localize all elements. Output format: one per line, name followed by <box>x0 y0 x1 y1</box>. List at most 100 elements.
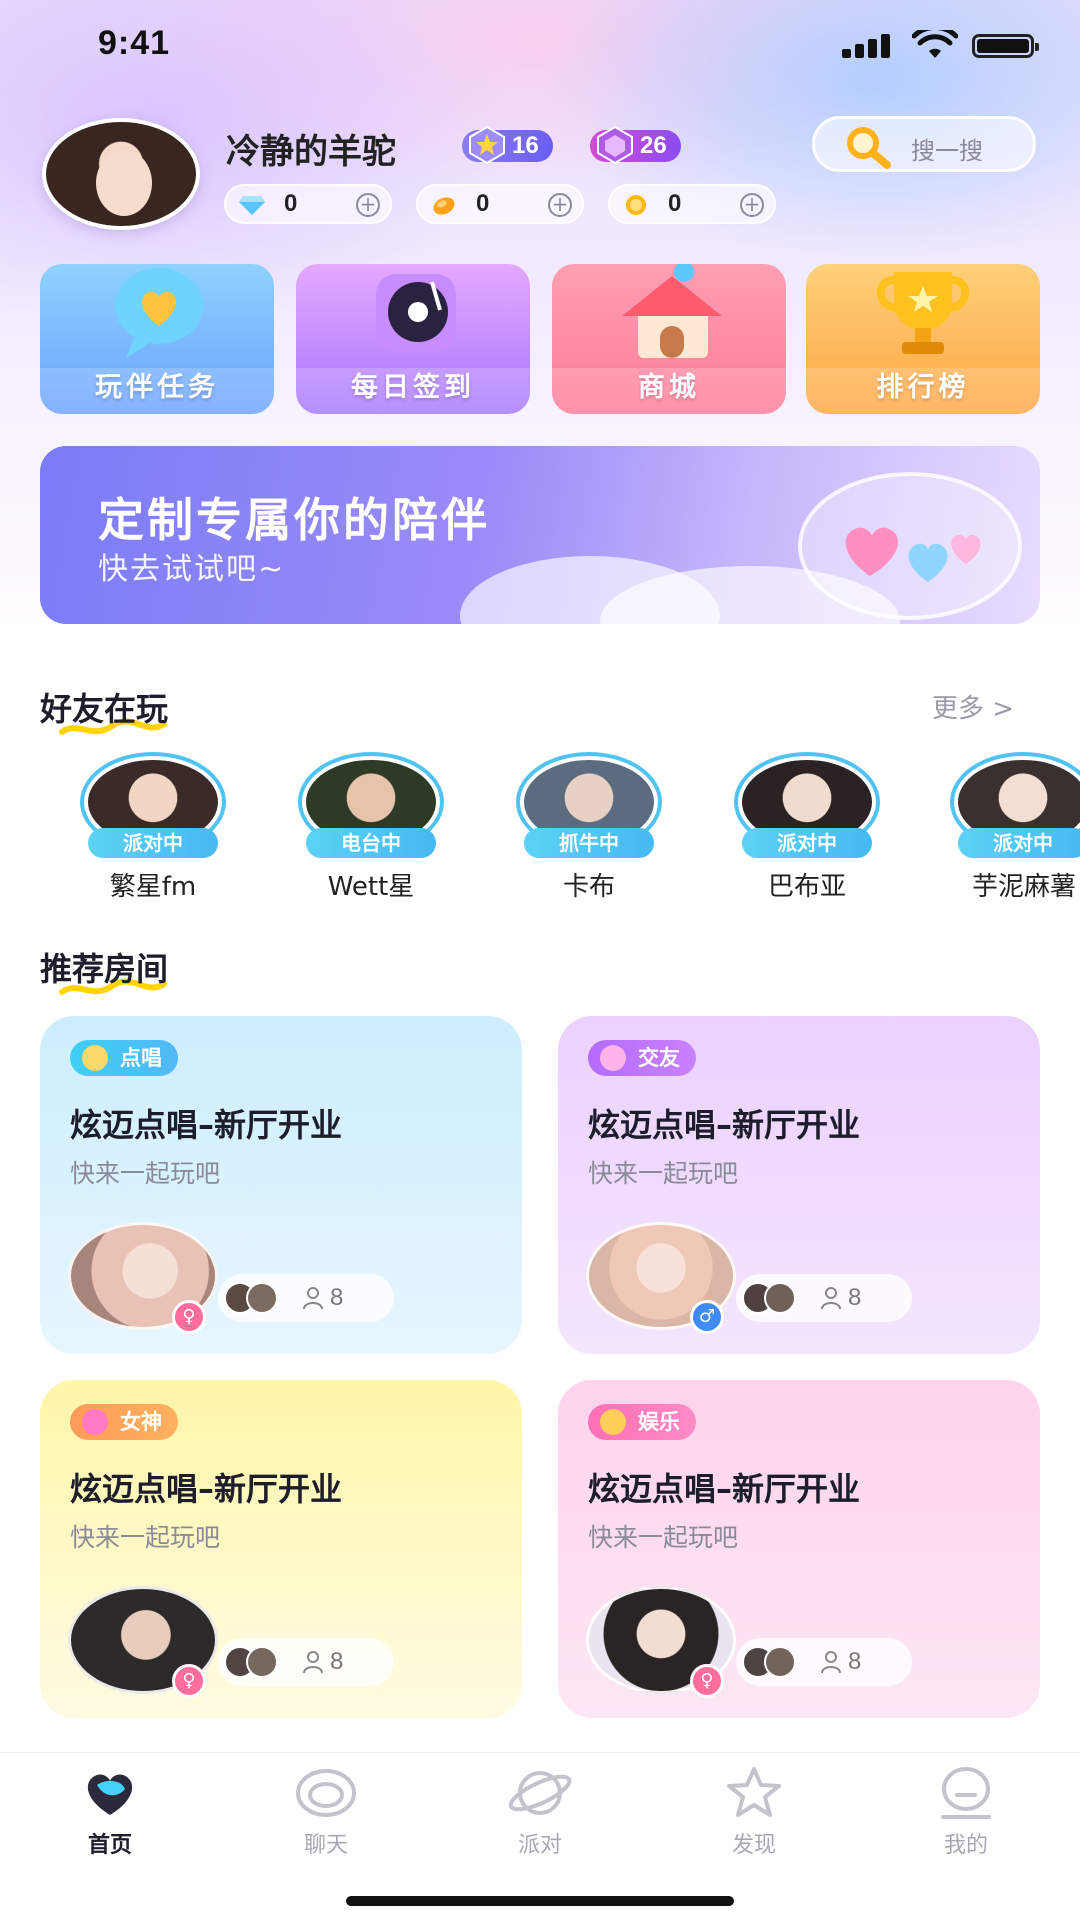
room-subtitle: 快来一起玩吧 <box>588 1523 739 1552</box>
room-title: 炫迈点唱–新厅开业 <box>588 1106 861 1144</box>
friend-clip: 派对中 芋泥麻薯 <box>930 740 1080 920</box>
status-time: 9:41 <box>98 24 171 62</box>
room-tag: 女神 <box>70 1404 178 1440</box>
level-badge-gem: 26 <box>590 125 681 165</box>
party-icon <box>600 1045 626 1071</box>
audience-pill: 8 <box>218 1274 394 1322</box>
person-icon <box>303 1651 323 1674</box>
friend-item[interactable]: 电台中 Wett星 <box>296 752 446 902</box>
friend-status: 派对中 <box>88 828 218 858</box>
home-indicator <box>346 1896 734 1906</box>
wifi-icon <box>912 30 958 58</box>
flower-icon <box>82 1409 108 1435</box>
room-card[interactable]: 点唱 炫迈点唱–新厅开业 快来一起玩吧 ♀ 8 <box>40 1016 522 1354</box>
level-badge-star: 16 <box>462 125 553 165</box>
audience-pill: 8 <box>736 1274 912 1322</box>
male-icon: ♂ <box>690 1300 724 1334</box>
female-icon: ♀ <box>690 1664 724 1698</box>
battery-icon <box>972 34 1039 58</box>
friend-item[interactable]: 派对中 芋泥麻薯 <box>948 752 1080 902</box>
wallet-value: 0 <box>476 190 490 217</box>
coin-icon <box>626 195 646 215</box>
section-title-friends: 好友在玩 <box>40 684 169 735</box>
female-icon: ♀ <box>172 1664 206 1698</box>
tile-daily-checkin[interactable]: 每日签到 <box>296 264 530 414</box>
wallet-diamond[interactable]: 0 + <box>224 184 392 224</box>
bean-icon <box>433 197 455 215</box>
friend-item[interactable]: 派对中 巴布亚 <box>732 752 882 902</box>
friend-name: 芋泥麻薯 <box>972 872 1077 902</box>
tile-companion-tasks[interactable]: 玩伴任务 <box>40 264 274 414</box>
room-count: 8 <box>330 1648 344 1675</box>
planet-icon <box>508 1771 572 1815</box>
microphone-icon <box>82 1045 108 1071</box>
add-icon[interactable]: + <box>740 193 764 217</box>
audience-avatar <box>764 1646 796 1678</box>
room-title: 炫迈点唱–新厅开业 <box>70 1106 343 1144</box>
promo-banner[interactable]: 定制专属你的陪伴 快去试试吧~ <box>40 446 1040 624</box>
tab-label: 派对 <box>517 1833 562 1858</box>
house-icon <box>622 264 722 358</box>
room-title: 炫迈点唱–新厅开业 <box>588 1470 861 1508</box>
search-button[interactable]: 搜一搜 <box>812 116 1036 172</box>
user-avatar[interactable] <box>40 118 200 230</box>
tab-label: 首页 <box>87 1833 132 1858</box>
audience-avatar <box>246 1646 278 1678</box>
star-medal-icon <box>469 125 505 165</box>
tab-label: 聊天 <box>303 1833 348 1858</box>
tab-party[interactable]: 派对 <box>480 1765 600 1875</box>
tab-chat[interactable]: 聊天 <box>266 1765 386 1875</box>
friend-name: 巴布亚 <box>767 872 846 902</box>
more-friends-link[interactable]: 更多 > <box>932 688 1014 725</box>
add-icon[interactable]: + <box>548 193 572 217</box>
tile-label: 商城 <box>638 372 700 403</box>
wallet-value: 0 <box>668 190 682 217</box>
level-value: 16 <box>512 132 539 159</box>
room-subtitle: 快来一起玩吧 <box>588 1159 739 1188</box>
room-card[interactable]: 女神 炫迈点唱–新厅开业 快来一起玩吧 ♀ 8 <box>40 1380 522 1718</box>
wallet-bean[interactable]: 0 + <box>416 184 584 224</box>
friend-name: Wett星 <box>327 872 415 902</box>
tile-leaderboard[interactable]: 排行榜 <box>806 264 1040 414</box>
diamond-icon <box>239 196 265 215</box>
tab-label: 发现 <box>731 1833 776 1858</box>
audience-avatar <box>246 1282 278 1314</box>
wallet-value: 0 <box>284 190 298 217</box>
status-bar: 9:41 <box>0 0 1080 92</box>
friend-item[interactable]: 抓牛中 卡布 <box>514 752 664 902</box>
room-count: 8 <box>330 1284 344 1311</box>
username: 冷静的羊驼 <box>226 132 396 172</box>
room-count: 8 <box>848 1284 862 1311</box>
audience-pill: 8 <box>736 1638 912 1686</box>
room-tag: 娱乐 <box>588 1404 696 1440</box>
tile-label: 每日签到 <box>351 372 475 403</box>
friend-item[interactable]: 派对中 繁星fm <box>78 752 228 902</box>
room-card[interactable]: 交友 炫迈点唱–新厅开业 快来一起玩吧 ♂ 8 <box>558 1016 1040 1354</box>
section-title-rooms: 推荐房间 <box>40 944 168 995</box>
tab-bar: 首页 聊天 派对 发现 我的 <box>0 1752 1080 1920</box>
room-tag: 交友 <box>588 1040 696 1076</box>
search-icon <box>847 127 891 169</box>
tab-discover[interactable]: 发现 <box>694 1765 814 1875</box>
profile-face-icon <box>941 1767 991 1819</box>
tab-home[interactable]: 首页 <box>50 1765 170 1875</box>
banner-subtitle: 快去试试吧~ <box>98 552 286 587</box>
add-icon[interactable]: + <box>356 193 380 217</box>
audience-pill: 8 <box>218 1638 394 1686</box>
person-icon <box>821 1651 841 1674</box>
trophy-icon <box>876 272 970 354</box>
room-subtitle: 快来一起玩吧 <box>70 1523 221 1552</box>
tile-shop[interactable]: 商城 <box>552 264 786 414</box>
hand-wave-icon <box>600 1409 626 1435</box>
star-icon <box>727 1767 781 1817</box>
wallet-coin[interactable]: 0 + <box>608 184 776 224</box>
tab-profile[interactable]: 我的 <box>906 1765 1026 1875</box>
friend-status: 派对中 <box>958 828 1080 858</box>
section-title-text: 好友在玩 <box>40 690 169 728</box>
level-value: 26 <box>640 132 667 159</box>
friend-status: 派对中 <box>742 828 872 858</box>
room-subtitle: 快来一起玩吧 <box>70 1159 221 1188</box>
tile-label: 玩伴任务 <box>95 372 219 403</box>
heart-jar-icon <box>798 472 1022 620</box>
room-card[interactable]: 娱乐 炫迈点唱–新厅开业 快来一起玩吧 ♀ 8 <box>558 1380 1040 1718</box>
